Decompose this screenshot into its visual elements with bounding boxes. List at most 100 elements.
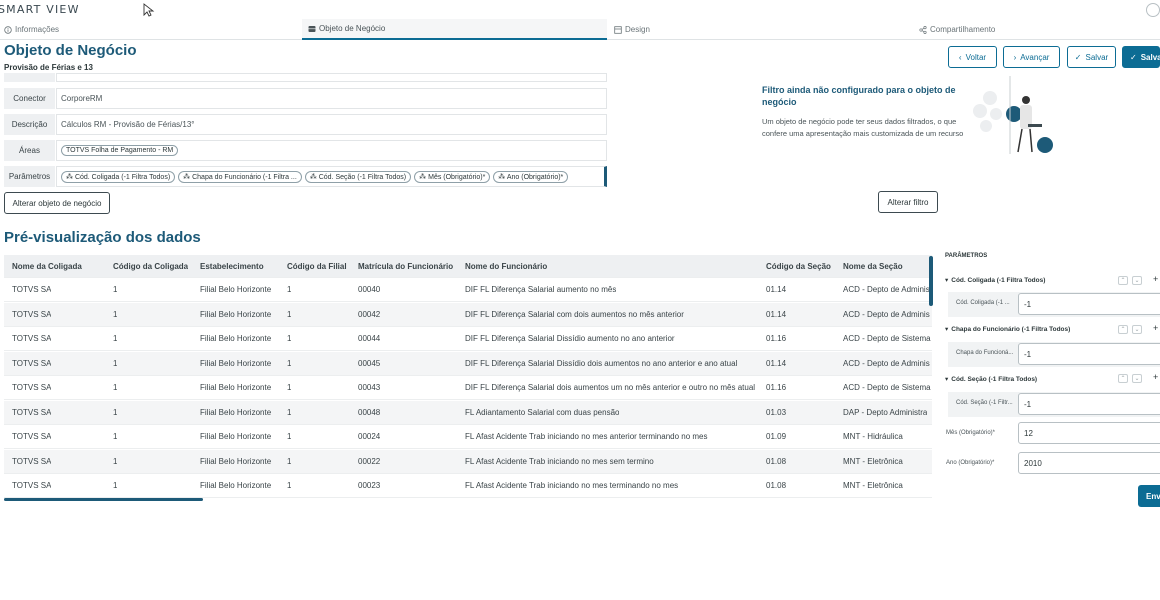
table-cell: 1 — [113, 432, 118, 441]
table-cell: Filial Belo Horizonte — [200, 334, 272, 343]
table-cell: 1 — [287, 358, 292, 368]
table-cell: 01.14 — [766, 285, 787, 294]
table-row[interactable]: TOTVS SA 1 Filial Belo Horizonte 1 00045 DIF … — [4, 351, 932, 376]
column-header[interactable]: Código da Filial — [287, 262, 347, 271]
database-icon — [308, 25, 316, 32]
descricao-label: Descrição — [4, 114, 55, 135]
tab-informacoes[interactable]: Informações — [0, 19, 301, 40]
param-chip: ⁂ Cód. Coligada (-1 Filtra Todos) — [61, 170, 176, 183]
mes-input[interactable]: 12 — [1018, 422, 1160, 444]
chevron-down-icon: ▾ — [945, 326, 949, 333]
table-cell: ACD - Depto de Adminis — [843, 358, 930, 368]
tab-label: Design — [625, 25, 650, 34]
table-row[interactable]: TOTVS SA 1 Filial Belo Horizonte 1 00044 DIF … — [4, 327, 932, 351]
column-header[interactable]: Nome do Funcionário — [465, 262, 547, 271]
move-up-icon[interactable]: ⌃ — [1118, 374, 1128, 383]
send-button[interactable]: Env — [1138, 485, 1160, 507]
table-cell: FL Afast Acidente Trab iniciando no mes … — [465, 481, 679, 490]
table-cell: 00022 — [358, 456, 381, 466]
table-row[interactable]: TOTVS SA 1 Filial Belo Horizonte 1 00022 FL A… — [4, 449, 932, 474]
column-header[interactable]: Código da Seção — [766, 262, 831, 271]
next-button[interactable]: › Avançar — [1003, 46, 1060, 68]
table-cell: ACD - Depto de Adminis — [843, 309, 930, 319]
table-cell: Filial Belo Horizonte — [200, 456, 272, 466]
table-cell: 00043 — [358, 383, 381, 392]
param-field-label: Chapa do Funcioná... — [956, 350, 1014, 356]
save-primary-label: Salva — [1140, 52, 1160, 62]
table-row[interactable]: TOTVS SA 1 Filial Belo Horizonte 1 00023 FL A… — [4, 474, 932, 498]
param-input-chapa[interactable]: -1 — [1018, 343, 1160, 365]
tab-compartilhamento[interactable]: Compartilhamento — [915, 19, 1160, 40]
save-primary-button[interactable]: ✓ Salva — [1122, 46, 1160, 68]
table-cell: 01.16 — [766, 334, 787, 343]
ano-input[interactable]: 2010 — [1018, 452, 1160, 474]
table-cell: MNT - Eletrônica — [843, 456, 903, 466]
table-cell: 1 — [113, 334, 118, 343]
save-button-label: Salvar — [1085, 52, 1109, 62]
areas-value: TOTVS Folha de Pagamento - RM — [56, 140, 607, 161]
table-row[interactable]: TOTVS SA 1 Filial Belo Horizonte 1 00043 DIF … — [4, 376, 932, 400]
grid-header-row: Nome da Coligada Código da Coligada Esta… — [4, 255, 932, 278]
empty-filter-illustration — [973, 76, 1053, 154]
tab-objeto-de-negocio[interactable]: Objeto de Negócio — [302, 19, 607, 40]
chevron-left-icon: ‹ — [958, 52, 962, 62]
param-group-header[interactable]: ▾ Cód. Coligada (-1 Filtra Todos) — [945, 276, 1046, 285]
table-cell: DIF FL Diferença Salarial dois aumentos … — [465, 383, 756, 392]
table-cell: 00044 — [358, 334, 381, 343]
column-header[interactable]: Nome da Coligada — [12, 262, 82, 271]
table-cell: 00045 — [358, 358, 381, 368]
param-group-header[interactable]: ▾ Cód. Seção (-1 Filtra Todos) — [945, 375, 1037, 384]
form-row-descricao: Descrição Cálculos RM - Provisão de Féri… — [4, 114, 607, 135]
param-input-secao[interactable]: -1 — [1018, 393, 1160, 415]
table-cell: 01.16 — [766, 383, 787, 392]
move-up-icon[interactable]: ⌃ — [1118, 325, 1128, 334]
move-down-icon[interactable]: ⌄ — [1132, 325, 1142, 334]
form-value-empty — [56, 73, 607, 82]
preview-grid: Nome da Coligada Código da Coligada Esta… — [4, 255, 932, 499]
param-group-title: Cód. Coligada (-1 Filtra Todos) — [951, 276, 1046, 284]
chevron-right-icon: › — [1013, 52, 1017, 62]
add-icon[interactable]: + — [1153, 323, 1158, 333]
column-header[interactable]: Estabelecimento — [200, 262, 264, 271]
table-cell: TOTVS SA — [12, 407, 52, 417]
table-cell: 00040 — [358, 285, 381, 294]
table-row[interactable]: TOTVS SA 1 Filial Belo Horizonte 1 00040 DIF … — [4, 278, 932, 302]
descricao-value: Cálculos RM - Provisão de Férias/13° — [56, 114, 607, 135]
tab-design[interactable]: Design — [610, 19, 915, 40]
page-title: Objeto de Negócio — [4, 42, 137, 59]
table-cell: TOTVS SA — [12, 383, 52, 392]
user-avatar-icon[interactable] — [1146, 3, 1160, 17]
grid-horizontal-scrollbar[interactable] — [4, 498, 203, 501]
chevron-down-icon: ▾ — [945, 376, 949, 383]
table-cell: 1 — [287, 481, 292, 490]
param-input-coligada[interactable]: -1 — [1018, 293, 1160, 315]
table-cell: 1 — [287, 407, 292, 417]
column-header[interactable]: Código da Coligada — [113, 262, 188, 271]
check-icon: ✓ — [1130, 52, 1137, 62]
move-up-icon[interactable]: ⌃ — [1118, 276, 1128, 285]
table-cell: 00024 — [358, 432, 381, 441]
change-filter-button[interactable]: Alterar filtro — [878, 191, 938, 213]
param-group-header[interactable]: ▾ Chapa do Funcionário (-1 Filtra Todos) — [945, 325, 1070, 334]
add-icon[interactable]: + — [1153, 372, 1158, 382]
table-cell: 1 — [113, 481, 118, 490]
save-button[interactable]: ✓ Salvar — [1067, 46, 1116, 68]
change-object-button[interactable]: Alterar objeto de negócio — [4, 192, 110, 214]
table-row[interactable]: TOTVS SA 1 Filial Belo Horizonte 1 00024 FL A… — [4, 425, 932, 449]
column-header[interactable]: Nome da Seção — [843, 262, 903, 271]
table-cell: DIF FL Diferença Salarial Dissídio aumen… — [465, 334, 675, 343]
column-header[interactable]: Matrícula do Funcionário — [358, 262, 453, 271]
preview-title: Pré-visualização dos dados — [4, 229, 201, 246]
move-down-icon[interactable]: ⌄ — [1132, 374, 1142, 383]
table-row[interactable]: TOTVS SA 1 Filial Belo Horizonte 1 00042 DIF … — [4, 302, 932, 327]
back-button[interactable]: ‹ Voltar — [948, 46, 997, 68]
table-cell: 01.08 — [766, 456, 787, 466]
table-row[interactable]: TOTVS SA 1 Filial Belo Horizonte 1 00048 FL A… — [4, 400, 932, 425]
add-icon[interactable]: + — [1153, 274, 1158, 284]
move-down-icon[interactable]: ⌄ — [1132, 276, 1142, 285]
grid-vertical-scrollbar[interactable] — [929, 256, 933, 306]
form-row-areas: Áreas TOTVS Folha de Pagamento - RM — [4, 140, 607, 161]
filter-description: Um objeto de negócio pode ter seus dados… — [762, 117, 964, 138]
table-cell: Filial Belo Horizonte — [200, 285, 272, 294]
table-cell: Filial Belo Horizonte — [200, 309, 272, 319]
